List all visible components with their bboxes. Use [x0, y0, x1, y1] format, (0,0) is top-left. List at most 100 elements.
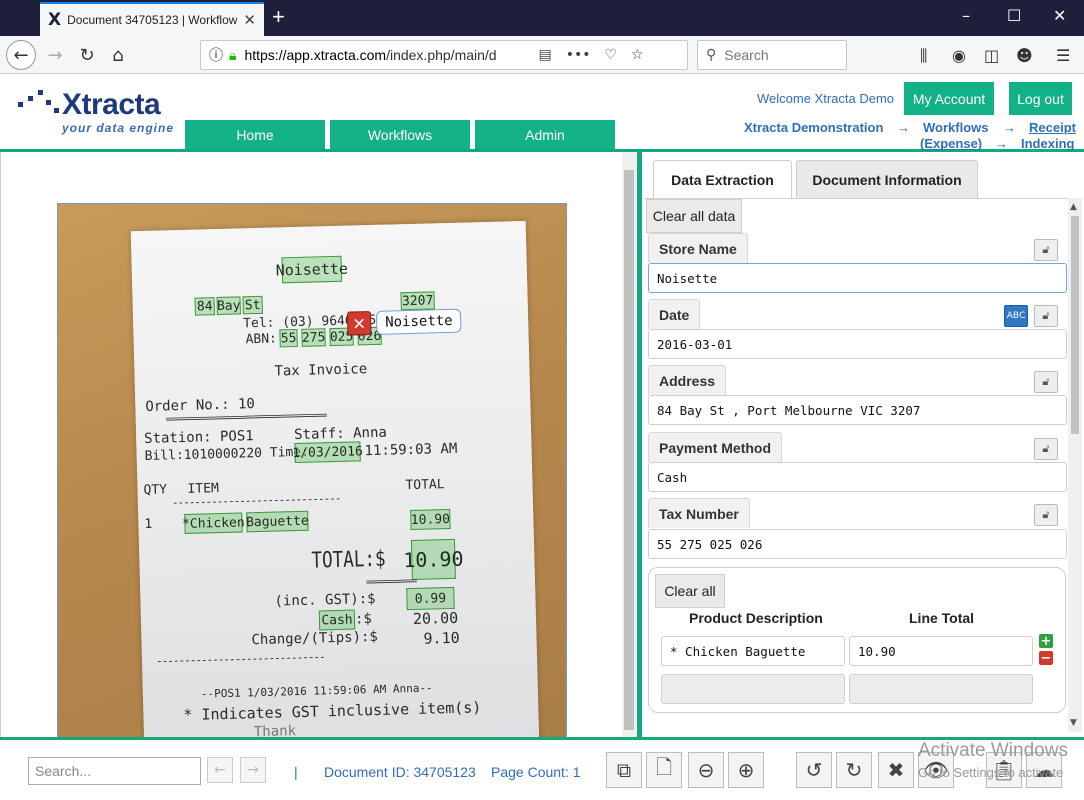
breadcrumb-arrow: → — [995, 136, 1008, 151]
receipt-footer-line: --POS1 1/03/2016 11:59:06 AM Anna-- — [200, 681, 433, 701]
bookmark-star-icon[interactable]: ☆ — [631, 47, 644, 63]
breadcrumb-arrow: → — [1003, 120, 1016, 135]
single-page-icon[interactable]: 🗋︎ — [646, 752, 682, 788]
tab-document-information[interactable]: Document Information — [796, 160, 978, 198]
my-account-button[interactable]: My Account — [904, 82, 994, 115]
field-label-store-name: Store Name — [648, 233, 748, 263]
highlight-line-total[interactable]: 10.90 — [410, 509, 451, 531]
remove-row-icon[interactable]: − — [1039, 651, 1053, 665]
watermark-title: Activate Windows — [918, 740, 1068, 761]
tab-close-icon[interactable]: ✕ — [243, 11, 256, 29]
scroll-up-icon[interactable]: ▲ — [1070, 202, 1077, 212]
url-path: /index.php/main/d — [386, 47, 497, 63]
highlight-postcode[interactable]: 3207 — [400, 291, 435, 311]
browser-tab[interactable]: X Document 34705123 | Workflow ✕ — [40, 2, 264, 36]
pocket-icon[interactable]: ♡ — [604, 47, 617, 63]
highlight-gst[interactable]: 0.99 — [406, 586, 455, 611]
highlight-abn-part[interactable]: 55 — [279, 328, 298, 348]
line-item-description-input[interactable] — [661, 674, 845, 704]
breadcrumb-xtracta-demonstration[interactable]: Xtracta Demonstration — [744, 120, 883, 135]
breadcrumb-indexing[interactable]: Indexing — [1021, 136, 1074, 151]
highlight-address-token[interactable]: Bay — [216, 296, 241, 316]
breadcrumb-expense[interactable]: (Expense) — [920, 136, 982, 151]
rotate-right-icon[interactable]: ↻ — [836, 752, 872, 788]
reload-icon[interactable]: ↻ — [72, 40, 102, 70]
lock-icon[interactable]: 🔓︎ — [1034, 371, 1058, 393]
library-icon[interactable]: ⫼ — [920, 46, 927, 66]
line-item-description-input[interactable]: * Chicken Baguette — [661, 636, 845, 666]
rotate-left-icon[interactable]: ↺ — [796, 752, 832, 788]
browser-navbar: ← → ↻ ⌂ ⓘ 🔒︎ https://app.xtracta.com/ind… — [0, 36, 1084, 74]
add-row-icon[interactable]: + — [1039, 634, 1053, 648]
lock-icon[interactable]: 🔓︎ — [1034, 504, 1058, 526]
search-prev-icon[interactable]: ← — [207, 757, 233, 783]
account-icon[interactable]: ☻ — [1016, 46, 1033, 65]
highlight-bill-date[interactable]: 1/03/2016 — [292, 441, 363, 464]
line-items-clear-all-button[interactable]: Clear all — [655, 574, 725, 608]
store-name-input[interactable]: Noisette — [648, 263, 1067, 293]
url-text: https://app.xtracta.com/index.php/main/d — [244, 47, 524, 63]
maximize-icon[interactable]: ☐ — [1007, 6, 1021, 25]
url-bar[interactable]: ⓘ 🔒︎ https://app.xtracta.com/index.php/m… — [200, 40, 688, 70]
clear-all-data-button[interactable]: Clear all data — [646, 199, 742, 233]
breadcrumb-receipt[interactable]: Receipt — [1029, 120, 1076, 135]
receipt-image[interactable]: Noisette 84 Bay St 3207 Tel: (03) 9646 9… — [57, 203, 567, 737]
search-next-icon[interactable]: → — [240, 757, 266, 783]
highlight-line-item[interactable]: *Chicken — [182, 512, 245, 534]
menu-home-button[interactable]: Home — [185, 120, 325, 149]
activate-windows-watermark: Activate Windows Go to Settings to activ… — [918, 740, 1068, 784]
lock-icon[interactable]: 🔓︎ — [1034, 438, 1058, 460]
menu-workflows-button[interactable]: Workflows — [330, 120, 470, 149]
reader-view-icon[interactable]: ▤ — [538, 47, 551, 63]
breadcrumb-workflows[interactable]: Workflows — [923, 120, 989, 135]
document-search-input[interactable]: Search... — [28, 757, 201, 785]
zoom-in-icon[interactable]: ⊕ — [728, 752, 764, 788]
lock-icon[interactable]: 🔓︎ — [1034, 239, 1058, 261]
minimize-icon[interactable]: – — [962, 6, 970, 25]
highlight-payment-method[interactable]: Cash — [318, 609, 356, 631]
logout-button[interactable]: Log out — [1009, 82, 1072, 115]
forward-icon[interactable]: → — [40, 40, 70, 70]
reject-icon[interactable]: ✖ — [878, 752, 914, 788]
document-id: Document ID: 34705123 — [324, 764, 476, 780]
payment-method-input[interactable]: Cash — [648, 462, 1067, 492]
close-window-icon[interactable]: ✕ — [1053, 6, 1066, 25]
browser-search-input[interactable]: ⚲ Search — [697, 40, 847, 70]
spellcheck-icon[interactable]: ABC — [1004, 305, 1028, 327]
extension-icon[interactable]: ◉ — [952, 46, 966, 65]
lock-icon[interactable]: 🔓︎ — [1034, 305, 1058, 327]
new-tab-icon[interactable]: + — [272, 4, 285, 30]
highlight-address-token[interactable]: St — [242, 295, 263, 315]
viewer-scrollbar[interactable] — [622, 152, 636, 737]
back-icon[interactable]: ← — [6, 40, 36, 70]
highlight-store-name[interactable]: Noisette — [275, 255, 348, 284]
highlight-total[interactable]: 10.90 — [403, 538, 464, 581]
sidebar-icon[interactable]: ◫ — [984, 46, 999, 65]
highlight-address-token[interactable]: 84 — [194, 297, 215, 316]
panel-scroll-thumb[interactable] — [1071, 216, 1079, 434]
address-input[interactable]: 84 Bay St , Port Melbourne VIC 3207 — [648, 395, 1067, 425]
menu-admin-button[interactable]: Admin — [475, 120, 615, 149]
scroll-down-icon[interactable]: ▼ — [1070, 718, 1077, 728]
tab-data-extraction[interactable]: Data Extraction — [653, 160, 792, 198]
zoom-out-icon[interactable]: ⊖ — [688, 752, 724, 788]
viewer-scroll-thumb[interactable] — [624, 170, 634, 730]
page-actions-icon[interactable]: ••• — [566, 47, 591, 63]
popup-close-icon[interactable]: ✕ — [346, 311, 372, 336]
highlight-abn-part[interactable]: 275 — [301, 328, 326, 347]
home-icon[interactable]: ⌂ — [103, 40, 133, 70]
highlight-line-item[interactable]: Baguette — [246, 510, 309, 533]
line-item-total-input[interactable]: 10.90 — [849, 636, 1033, 666]
panel-scrollbar[interactable]: ▲ ▼ — [1068, 198, 1082, 732]
line-item-total-input[interactable] — [849, 674, 1033, 704]
tax-number-input[interactable]: 55 275 025 026 — [648, 529, 1067, 559]
date-input[interactable]: 2016-03-01 — [648, 329, 1067, 359]
copy-pages-icon[interactable]: ⧉ — [606, 752, 642, 788]
document-viewer[interactable]: Noisette 84 Bay St 3207 Tel: (03) 9646 9… — [0, 152, 622, 737]
logo-name[interactable]: Xtracta — [62, 88, 161, 122]
hamburger-menu-icon[interactable]: ☰ — [1056, 46, 1070, 65]
watermark-subtitle: Go to Settings to activate — [918, 765, 1064, 780]
tab-title: Document 34705123 | Workflow — [67, 13, 238, 27]
field-label-payment-method: Payment Method — [648, 432, 783, 462]
info-icon[interactable]: ⓘ — [209, 45, 223, 65]
